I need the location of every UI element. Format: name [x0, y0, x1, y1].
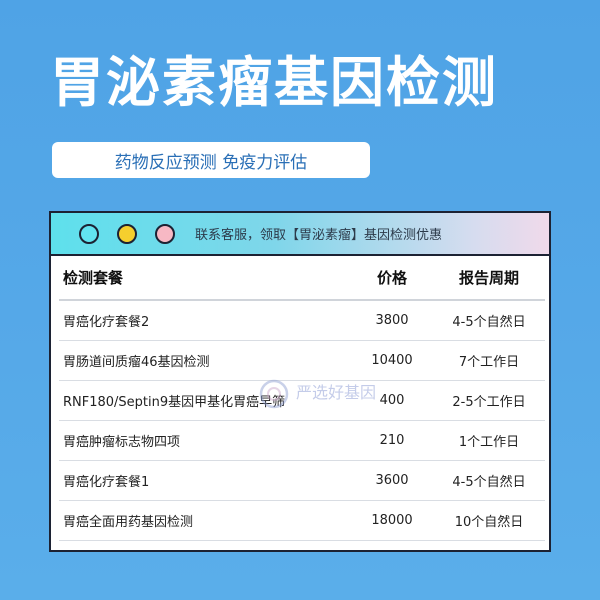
package-name: 胃癌肿瘤标志物四项	[59, 420, 351, 461]
table-row[interactable]: 胃肠道间质瘤46基因检测 10400 7个工作日	[59, 340, 545, 381]
package-price: 10400	[351, 340, 433, 381]
package-period: 4-5个自然日	[433, 460, 545, 501]
window-dot-yellow-icon[interactable]	[117, 223, 137, 244]
header-period: 报告周期	[433, 256, 545, 301]
package-period: 10个自然日	[433, 500, 545, 541]
contact-notice[interactable]: 联系客服，领取【胃泌素瘤】基因检测优惠	[195, 224, 442, 243]
header-price: 价格	[351, 256, 433, 301]
package-name: RNF180/Septin9基因甲基化胃癌早筛	[59, 380, 351, 421]
header-package: 检测套餐	[59, 256, 351, 301]
window-dot-pink-icon[interactable]	[155, 223, 175, 244]
table-header-row: 检测套餐 价格 报告周期	[59, 256, 545, 301]
table-row[interactable]: RNF180/Septin9基因甲基化胃癌早筛 400 2-5个工作日	[59, 380, 545, 421]
table-row[interactable]: 胃癌肿瘤标志物四项 210 1个工作日	[59, 420, 545, 461]
package-period: 2-5个工作日	[433, 380, 545, 421]
table-row[interactable]: 胃癌化疗套餐1 3600 4-5个自然日	[59, 460, 545, 501]
package-period: 4-5个自然日	[433, 300, 545, 341]
window-titlebar: 联系客服，领取【胃泌素瘤】基因检测优惠	[51, 213, 549, 256]
package-price: 3600	[351, 460, 433, 501]
package-table: 检测套餐 价格 报告周期 胃癌化疗套餐2 3800 4-5个自然日 胃肠道间质瘤…	[59, 256, 545, 541]
package-price: 18000	[351, 500, 433, 541]
subtitle-text: 药物反应预测 免疫力评估	[114, 152, 308, 173]
package-price: 210	[351, 420, 433, 461]
price-window: 联系客服，领取【胃泌素瘤】基因检测优惠 检测套餐 价格 报告周期 胃癌化疗套餐2…	[49, 211, 551, 552]
page-title: 胃泌素瘤基因检测	[50, 51, 498, 114]
package-price: 3800	[351, 300, 433, 341]
table-row[interactable]: 胃癌全面用药基因检测 18000 10个自然日	[59, 500, 545, 541]
package-name: 胃癌化疗套餐1	[59, 460, 351, 501]
subtitle-banner: 药物反应预测 免疫力评估	[52, 142, 370, 178]
table-row[interactable]: 胃癌化疗套餐2 3800 4-5个自然日	[59, 300, 545, 341]
package-name: 胃癌全面用药基因检测	[59, 500, 351, 541]
window-dot-cyan-icon[interactable]	[79, 223, 99, 244]
package-name: 胃肠道间质瘤46基因检测	[59, 340, 351, 381]
package-period: 1个工作日	[433, 420, 545, 461]
package-period: 7个工作日	[433, 340, 545, 381]
package-price: 400	[351, 380, 433, 421]
package-name: 胃癌化疗套餐2	[59, 300, 351, 341]
